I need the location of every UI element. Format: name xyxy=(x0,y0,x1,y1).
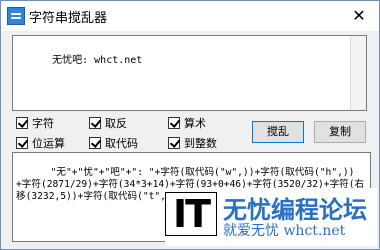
option-getcode[interactable]: 取代码 xyxy=(89,135,138,151)
option-negate[interactable]: 取反 xyxy=(89,115,127,131)
option-bitwise[interactable]: 位运算 xyxy=(16,135,65,151)
watermark-subtitle: 就爱无忧 whct.net xyxy=(223,223,346,239)
option-arithmetic[interactable]: 算术 xyxy=(168,115,206,131)
input-scrollbar[interactable] xyxy=(350,36,366,110)
input-text-area[interactable]: 无忧吧: whct.net xyxy=(12,35,367,111)
option-toint[interactable]: 到整数 xyxy=(168,135,217,151)
close-button[interactable]: ✕ xyxy=(349,6,369,26)
option-bitwise-label: 位运算 xyxy=(32,137,65,150)
title-bar: 字符串搅乱器 ✕ xyxy=(1,1,379,31)
checkbox-toint[interactable] xyxy=(168,137,180,149)
watermark: IT 无忧编程论坛 就爱无忧 whct.net xyxy=(165,188,377,246)
copy-button[interactable]: 复制 xyxy=(314,121,366,143)
checkbox-bitwise[interactable] xyxy=(16,137,28,149)
option-char[interactable]: 字符 xyxy=(16,115,54,131)
option-getcode-label: 取代码 xyxy=(105,137,138,150)
checkbox-arithmetic[interactable] xyxy=(168,117,180,129)
checkbox-negate[interactable] xyxy=(89,117,101,129)
checkbox-char[interactable] xyxy=(16,117,28,129)
window-title: 字符串搅乱器 xyxy=(29,11,108,26)
scramble-button[interactable]: 搅乱 xyxy=(252,121,304,143)
app-icon xyxy=(7,7,25,25)
option-arithmetic-label: 算术 xyxy=(184,117,206,130)
checkbox-getcode[interactable] xyxy=(89,137,101,149)
option-negate-label: 取反 xyxy=(105,117,127,130)
watermark-logo: IT xyxy=(165,192,217,236)
option-char-label: 字符 xyxy=(32,117,54,130)
input-text: 无忧吧: whct.net xyxy=(52,55,143,66)
option-toint-label: 到整数 xyxy=(184,137,217,150)
